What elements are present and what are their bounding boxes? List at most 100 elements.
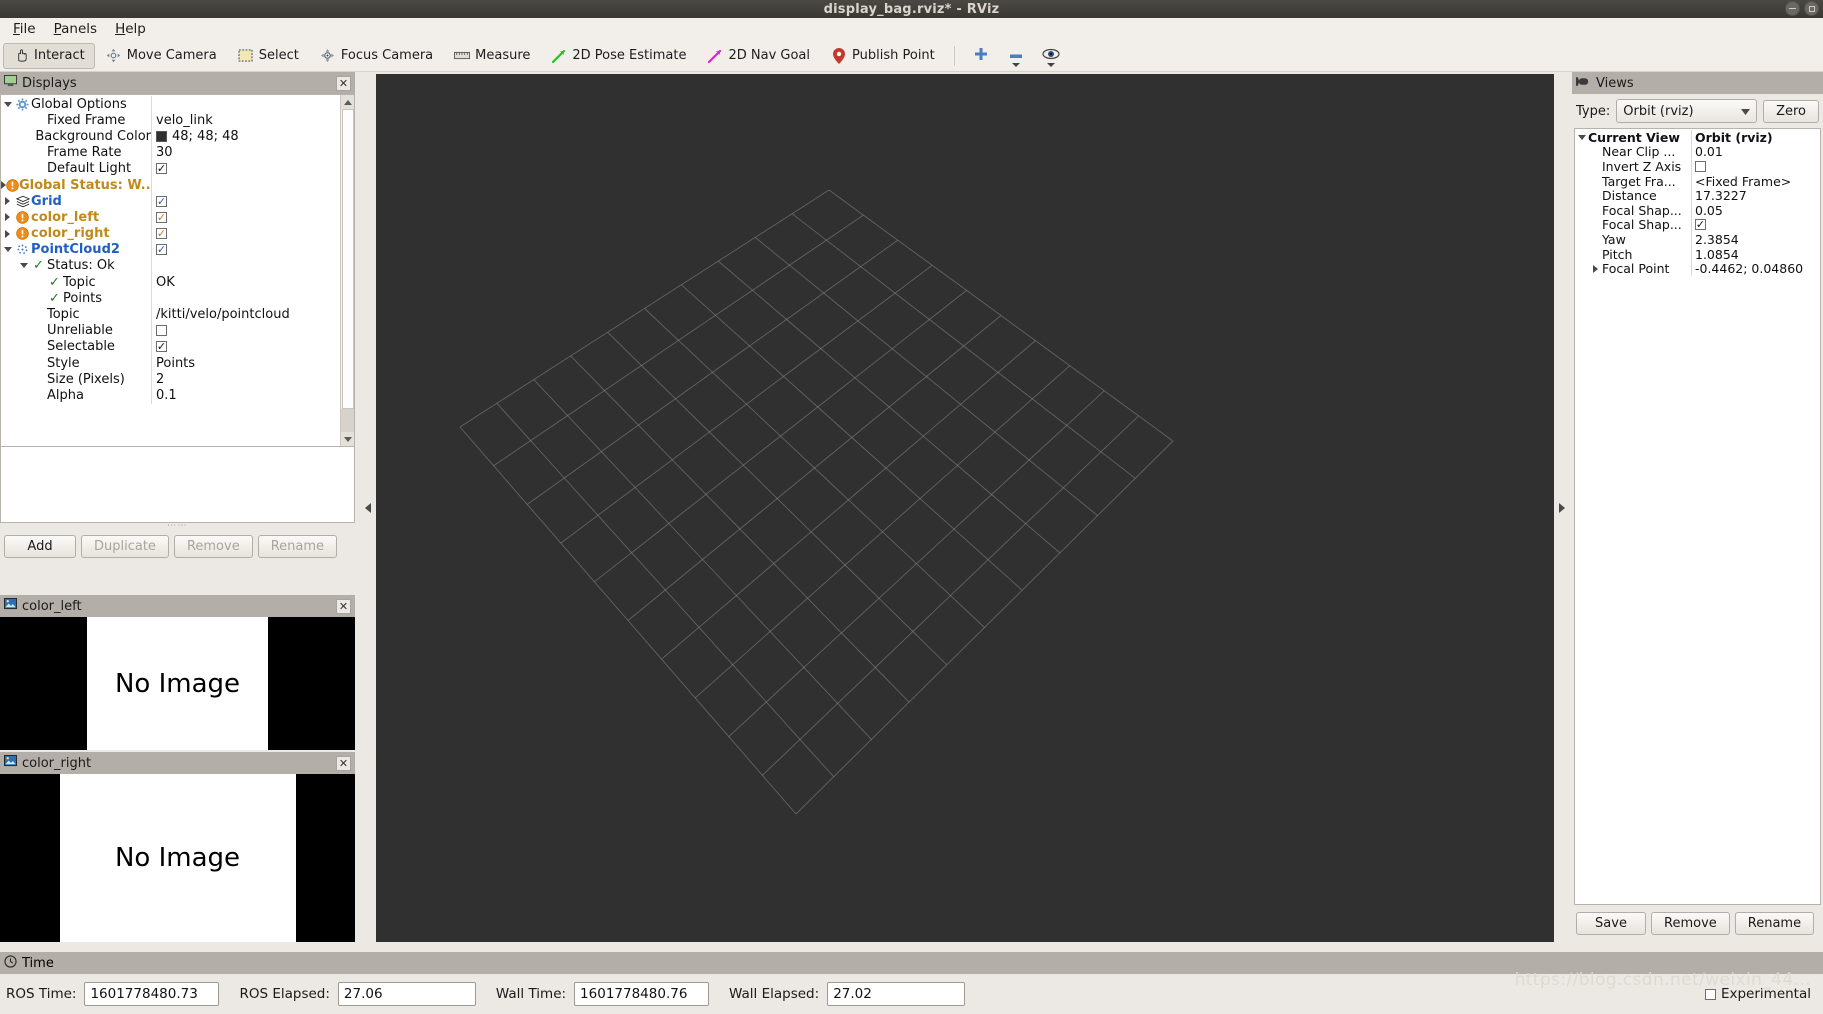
maximize-button[interactable] [1804, 1, 1819, 16]
displays-tree-row[interactable]: PointCloud2 [1, 241, 354, 258]
close-icon[interactable]: ✕ [336, 598, 351, 614]
displays-tree-row[interactable]: color_left [1, 209, 354, 226]
views-row-value-cell[interactable]: 0.01 [1691, 144, 1820, 160]
add-tool-button[interactable] [964, 43, 998, 69]
displays-tree-row[interactable]: Fixed Frame velo_link [1, 112, 354, 129]
visibility-tool-button[interactable] [1034, 43, 1068, 69]
scroll-thumb[interactable] [342, 109, 354, 409]
chevron-right-icon[interactable] [1, 213, 14, 222]
wall-elapsed-input[interactable]: 27.02 [827, 982, 966, 1006]
view-type-combo[interactable]: Orbit (rviz) [1616, 99, 1758, 123]
views-row-value-cell[interactable] [1691, 217, 1820, 233]
tool-publish-point[interactable]: Publish Point [821, 43, 945, 69]
color-swatch[interactable] [156, 130, 167, 142]
tool-measure[interactable]: Measure [444, 43, 540, 69]
views-tree-row[interactable]: Focal Shap... [1575, 217, 1820, 233]
displays-tree-row[interactable]: Background Color 48; 48; 48 [1, 128, 354, 145]
views-row-checkbox[interactable] [1695, 160, 1706, 172]
remove-tool-button[interactable] [999, 43, 1033, 69]
tree-row-value-cell[interactable] [151, 225, 354, 242]
views-row-value-cell[interactable]: 0.05 [1691, 202, 1820, 218]
scroll-down-arrow[interactable] [341, 432, 354, 446]
panel-grip[interactable]: ⋯⋯ [0, 522, 355, 531]
tool-2d-nav-goal[interactable]: 2D Nav Goal [697, 43, 820, 69]
ros-elapsed-input[interactable]: 27.06 [337, 982, 476, 1006]
displays-tree-row[interactable]: ✓ Status: Ok [1, 257, 354, 275]
displays-tree-row[interactable]: Alpha 0.1 [1, 387, 354, 404]
views-row-value-cell[interactable]: 2.3854 [1691, 232, 1820, 247]
views-tree-row[interactable]: Current View Orbit (rviz) [1575, 130, 1820, 145]
views-tree-row[interactable]: Yaw 2.3854 [1575, 232, 1820, 247]
chevron-down-icon[interactable] [17, 263, 30, 269]
views-row-value-cell[interactable]: 1.0854 [1691, 246, 1820, 262]
chevron-down-icon[interactable] [1, 101, 14, 107]
tool-move-camera[interactable]: Move Camera [96, 43, 227, 69]
tree-row-value-cell[interactable] [151, 96, 354, 113]
tree-row-value-cell[interactable]: 0.1 [151, 387, 354, 404]
displays-tree-row[interactable]: ✓ Points [1, 290, 354, 307]
close-icon[interactable]: ✕ [336, 75, 351, 91]
displays-tree-row[interactable]: Global Status: W... [1, 176, 354, 194]
views-row-checkbox[interactable] [1695, 219, 1706, 231]
tree-row-value-cell[interactable]: 48; 48; 48 [151, 128, 354, 145]
remove-button[interactable]: Remove [173, 535, 253, 558]
tree-row-checkbox[interactable] [156, 244, 167, 256]
displays-tree-row[interactable]: Global Options [1, 96, 354, 113]
tree-row-value-cell[interactable]: 2 [151, 371, 354, 388]
wall-time-input[interactable]: 1601778480.76 [574, 982, 710, 1006]
displays-tree-row[interactable]: Default Light [1, 160, 354, 177]
views-collapse-handle[interactable] [1556, 74, 1568, 942]
views-tree-row[interactable]: Target Fra... <Fixed Frame> [1575, 174, 1820, 189]
tree-row-value-cell[interactable] [151, 241, 354, 258]
views-row-value-cell[interactable]: -0.4462; 0.04860 [1691, 261, 1820, 276]
scroll-up-arrow[interactable] [341, 95, 354, 109]
tree-row-value-cell[interactable] [151, 257, 354, 275]
chevron-right-icon[interactable] [1, 229, 14, 238]
views-row-value-cell[interactable]: 17.3227 [1691, 188, 1820, 203]
tree-row-value-cell[interactable] [151, 193, 354, 210]
views-tree-row[interactable]: Focal Shap... 0.05 [1575, 203, 1820, 218]
chevron-down-icon[interactable] [1575, 134, 1588, 140]
save-view-button[interactable]: Save [1576, 912, 1646, 935]
tool-2d-pose-estimate[interactable]: 2D Pose Estimate [541, 43, 696, 69]
tree-row-value-cell[interactable]: Points [151, 355, 354, 372]
ros-time-input[interactable]: 1601778480.73 [84, 982, 220, 1006]
rename-view-button[interactable]: Rename [1734, 912, 1815, 935]
experimental-checkbox-group[interactable]: Experimental [1704, 986, 1817, 1002]
add-button[interactable]: Add [4, 535, 76, 558]
displays-tree-row[interactable]: Unreliable [1, 322, 354, 339]
views-tree-row[interactable]: Distance 17.3227 [1575, 188, 1820, 203]
minimize-button[interactable] [1785, 1, 1800, 16]
tree-row-value-cell[interactable]: /kitti/velo/pointcloud [151, 306, 354, 323]
views-row-value-cell[interactable] [1691, 159, 1820, 174]
menu-panels[interactable]: Panels [45, 19, 106, 39]
views-tree-row[interactable]: Near Clip ... 0.01 [1575, 144, 1820, 160]
menu-file[interactable]: File [4, 19, 45, 39]
close-icon[interactable]: ✕ [336, 755, 351, 771]
tree-row-value-cell[interactable] [151, 338, 354, 355]
chevron-right-icon[interactable] [1, 197, 14, 206]
displays-tree-row[interactable]: Style Points [1, 355, 354, 372]
tree-row-value-cell[interactable] [151, 209, 354, 226]
displays-collapse-handle[interactable] [362, 74, 374, 942]
displays-tree[interactable]: Global Options Fixed Frame velo_link Backgr… [0, 94, 355, 447]
chevron-right-icon[interactable] [1589, 264, 1602, 273]
tree-row-value-cell[interactable] [151, 176, 354, 194]
experimental-checkbox[interactable] [1704, 988, 1716, 1000]
tree-row-value-cell[interactable]: 30 [151, 144, 354, 161]
rename-button[interactable]: Rename [257, 535, 338, 558]
views-tree-row[interactable]: Pitch 1.0854 [1575, 247, 1820, 262]
remove-view-button[interactable]: Remove [1651, 912, 1730, 935]
tree-row-checkbox[interactable] [156, 325, 167, 337]
tree-row-checkbox[interactable] [156, 195, 167, 207]
chevron-down-icon[interactable] [1, 247, 14, 253]
displays-tree-row[interactable]: Grid [1, 193, 354, 210]
displays-tree-row[interactable]: color_right [1, 225, 354, 242]
tree-row-checkbox[interactable] [156, 341, 167, 353]
duplicate-button[interactable]: Duplicate [81, 535, 169, 558]
displays-tree-row[interactable]: Size (Pixels) 2 [1, 371, 354, 388]
tree-row-value-cell[interactable]: velo_link [151, 112, 354, 129]
menu-help[interactable]: Help [106, 19, 155, 39]
3d-render-view[interactable] [376, 74, 1554, 942]
zero-button[interactable]: Zero [1763, 99, 1819, 123]
